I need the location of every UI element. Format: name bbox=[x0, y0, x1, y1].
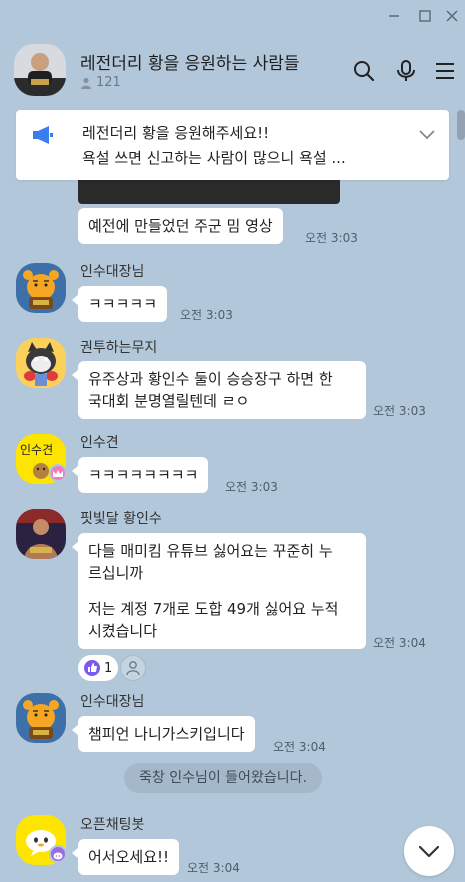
mic-icon[interactable] bbox=[393, 58, 419, 84]
message-bubble: ㅋㅋㅋㅋㅋㅋㅋㅋ bbox=[71, 457, 209, 493]
search-icon[interactable] bbox=[351, 58, 377, 84]
message-text: 예전에 만들었던 주군 밈 영상 bbox=[88, 217, 273, 235]
sender-name: 인수견 bbox=[80, 435, 119, 451]
menu-icon[interactable] bbox=[432, 58, 458, 84]
message-text-line: 유주상과 황인수 둘이 승승장구 하면 한 bbox=[88, 370, 333, 388]
notice-line-1: 레전더리 황을 응원해주세요!! bbox=[82, 124, 270, 142]
message-bubble: 챔피언 나니가스키입니다 bbox=[72, 716, 255, 752]
room-avatar[interactable] bbox=[14, 44, 66, 96]
person-icon bbox=[81, 77, 91, 89]
like-reaction[interactable]: 1 bbox=[78, 655, 119, 681]
message-bubble: 다들 매미킴 유튜브 싫어요는 꾸준히 누 르십니까 저는 계정 7개로 도합 … bbox=[72, 533, 366, 649]
minimize-icon[interactable] bbox=[384, 6, 404, 26]
avatar[interactable] bbox=[16, 263, 66, 313]
maximize-icon[interactable] bbox=[415, 6, 435, 26]
message-time: 오전 3:03 bbox=[180, 308, 233, 322]
avatar-lettering: 인수견 bbox=[20, 443, 53, 457]
message-bubble: 유주상과 황인수 둘이 승승장구 하면 한 국대회 분명열릴텐데 ㄹㅇ bbox=[72, 361, 366, 419]
message-text: ㅋㅋㅋㅋㅋㅋㅋㅋ bbox=[88, 466, 199, 484]
message-text-line: 국대회 분명열릴텐데 ㄹㅇ bbox=[88, 392, 250, 410]
reaction-count: 1 bbox=[104, 660, 113, 676]
message-text-line: 저는 계정 7개로 도합 49개 싫어요 누적 bbox=[88, 600, 339, 618]
message-text: ㅋㅋㅋㅋㅋ bbox=[88, 295, 158, 313]
chevron-down-icon[interactable] bbox=[417, 124, 437, 144]
message-time: 오전 3:03 bbox=[225, 480, 278, 494]
window-titlebar bbox=[0, 0, 465, 32]
sender-name: 오픈채팅봇 bbox=[80, 817, 145, 833]
system-message: 죽창 인수님이 들어왔습니다. bbox=[124, 763, 322, 793]
avatar[interactable] bbox=[16, 509, 66, 559]
avatar[interactable] bbox=[16, 693, 66, 743]
member-count-value: 121 bbox=[96, 75, 121, 90]
message-text-line: 시켰습니다 bbox=[88, 622, 158, 640]
message-bubble: ㅋㅋㅋㅋㅋ bbox=[71, 286, 168, 322]
thumbs-up-icon bbox=[84, 660, 100, 676]
bot-badge-icon bbox=[49, 845, 67, 863]
message-text: 어서오세요!! bbox=[88, 848, 170, 866]
pinned-notice[interactable]: 레전더리 황을 응원해주세요!! 욕설 쓰면 신고하는 사람이 많으니 욕설 .… bbox=[16, 110, 449, 180]
sender-name: 권투하는무지 bbox=[80, 340, 158, 356]
room-title: 레전더리 황을 응원하는 사람들 bbox=[80, 54, 300, 74]
avatar[interactable] bbox=[16, 338, 66, 388]
video-thumbnail[interactable] bbox=[78, 180, 340, 204]
message-text-line: 다들 매미킴 유튜브 싫어요는 꾸준히 누 bbox=[88, 542, 333, 560]
crown-badge-icon bbox=[49, 464, 67, 482]
message-time: 오전 3:04 bbox=[187, 861, 240, 875]
message-text: 챔피언 나니가스키입니다 bbox=[88, 725, 245, 743]
sender-name: 인수대장님 bbox=[80, 264, 145, 280]
add-reaction-button[interactable] bbox=[120, 655, 146, 681]
sender-name: 인수대장님 bbox=[80, 694, 145, 710]
message-bubble: 예전에 만들었던 주군 밈 영상 bbox=[78, 208, 283, 244]
chevron-down-icon bbox=[418, 845, 440, 858]
scroll-to-bottom-button[interactable] bbox=[404, 826, 454, 876]
message-bubble: 어서오세요!! bbox=[71, 839, 180, 875]
megaphone-icon bbox=[32, 125, 54, 145]
sender-name: 핏빛달 황인수 bbox=[80, 511, 162, 527]
member-count[interactable]: 121 bbox=[80, 75, 121, 90]
scrollbar-thumb[interactable] bbox=[457, 110, 465, 140]
message-time: 오전 3:03 bbox=[305, 231, 358, 245]
close-icon[interactable] bbox=[442, 6, 462, 26]
chat-header: 레전더리 황을 응원하는 사람들 121 bbox=[0, 32, 465, 104]
message-text-line: 르십니까 bbox=[88, 564, 144, 582]
message-time: 오전 3:03 bbox=[373, 404, 426, 418]
person-icon bbox=[126, 661, 140, 676]
notice-line-2: 욕설 쓰면 신고하는 사람이 많으니 욕설 ... bbox=[82, 149, 346, 167]
message-time: 오전 3:04 bbox=[273, 740, 326, 754]
message-time: 오전 3:04 bbox=[373, 636, 426, 650]
